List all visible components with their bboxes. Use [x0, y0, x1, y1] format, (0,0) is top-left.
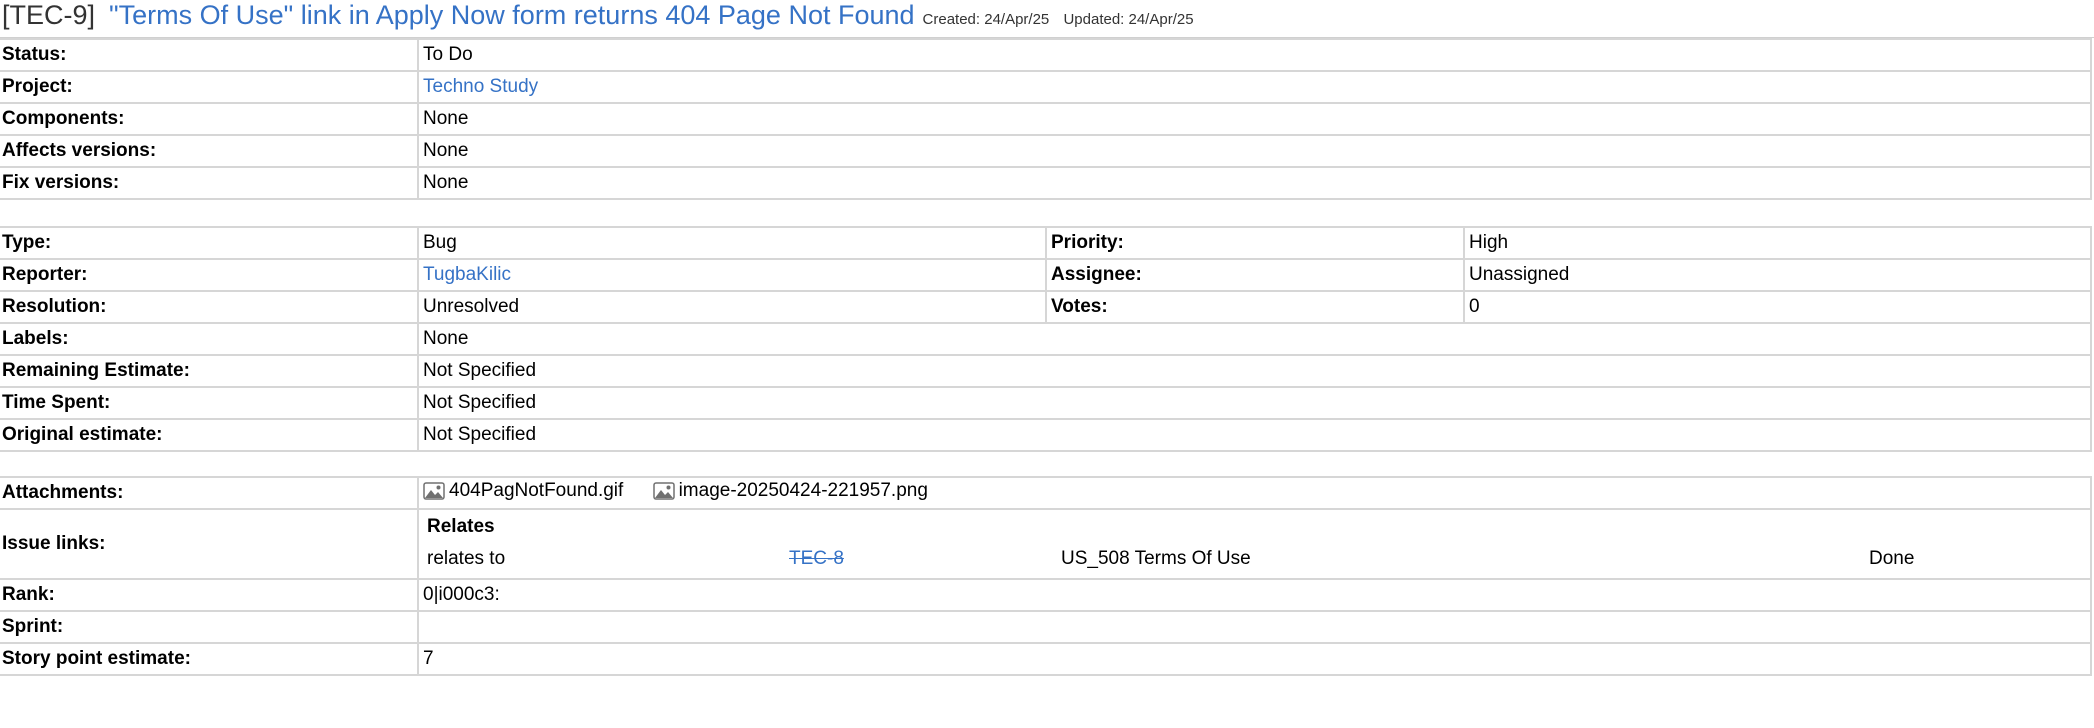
- image-icon: [652, 482, 675, 500]
- issue-key: [TEC-9]: [2, 0, 96, 30]
- story-points-label: Story point estimate:: [0, 642, 418, 676]
- field-row-resolution: Resolution: Unresolved Votes: 0: [0, 290, 2092, 324]
- issue-dates: Created: 24/Apr/25 Updated: 24/Apr/25: [923, 11, 1204, 31]
- assignee-value: Unassigned: [1463, 258, 2092, 292]
- status-label: Status:: [0, 38, 418, 72]
- field-row-affects-versions: Affects versions: None: [0, 134, 2092, 168]
- issue-links-cell: Relates relates to TEC-8 US_508 Terms Of…: [417, 508, 2092, 580]
- remaining-estimate-label: Remaining Estimate:: [0, 354, 418, 388]
- project-cell: Techno Study: [417, 70, 2092, 104]
- link-group-title: Relates: [427, 516, 495, 537]
- field-row-original-estimate: Original estimate: Not Specified: [0, 418, 2092, 452]
- reporter-link[interactable]: TugbaKilic: [423, 264, 511, 285]
- issue-links-label: Issue links:: [0, 508, 418, 580]
- sprint-value: [417, 610, 2092, 644]
- project-link[interactable]: Techno Study: [423, 76, 538, 97]
- story-points-value: 7: [417, 642, 2092, 676]
- affects-versions-label: Affects versions:: [0, 134, 418, 168]
- remaining-estimate-value: Not Specified: [417, 354, 2092, 388]
- priority-value: High: [1463, 226, 2092, 260]
- priority-label: Priority:: [1045, 226, 1464, 260]
- field-row-remaining-estimate: Remaining Estimate: Not Specified: [0, 354, 2092, 388]
- details-table-general: Status: To Do Project: Techno Study Comp…: [0, 38, 2092, 200]
- updated-date: Updated: 24/Apr/25: [1063, 11, 1194, 28]
- field-row-project: Project: Techno Study: [0, 70, 2092, 104]
- field-row-labels: Labels: None: [0, 322, 2092, 356]
- components-value: None: [417, 102, 2092, 136]
- field-row-reporter: Reporter: TugbaKilic Assignee: Unassigne…: [0, 258, 2092, 292]
- attachment-item[interactable]: image-20250424-221957.png: [652, 480, 928, 502]
- field-row-components: Components: None: [0, 102, 2092, 136]
- field-row-type: Type: Bug Priority: High: [0, 226, 2092, 260]
- issue-header: [TEC-9] "Terms Of Use" link in Apply Now…: [0, 0, 2094, 38]
- original-estimate-label: Original estimate:: [0, 418, 418, 452]
- reporter-label: Reporter:: [0, 258, 418, 292]
- assignee-label: Assignee:: [1045, 258, 1464, 292]
- resolution-label: Resolution:: [0, 290, 418, 324]
- status-value: To Do: [417, 38, 2092, 72]
- attachment-name: image-20250424-221957.png: [678, 480, 928, 501]
- fix-versions-label: Fix versions:: [0, 166, 418, 200]
- field-row-rank: Rank: 0|i000c3:: [0, 578, 2092, 612]
- sprint-label: Sprint:: [0, 610, 418, 644]
- link-key-cell: TEC-8: [785, 540, 1057, 574]
- field-row-fix-versions: Fix versions: None: [0, 166, 2092, 200]
- fix-versions-value: None: [417, 166, 2092, 200]
- issue-links-table: relates to TEC-8 US_508 Terms Of Use Don…: [423, 540, 2089, 574]
- time-spent-value: Not Specified: [417, 386, 2092, 420]
- components-label: Components:: [0, 102, 418, 136]
- labels-value: None: [417, 322, 2092, 356]
- field-row-sprint: Sprint:: [0, 610, 2092, 644]
- type-label: Type:: [0, 226, 418, 260]
- issue-link-row: relates to TEC-8 US_508 Terms Of Use Don…: [423, 540, 2089, 574]
- created-date: Created: 24/Apr/25: [922, 11, 1050, 28]
- attachment-name: 404PagNotFound.gif: [449, 480, 624, 501]
- project-label: Project:: [0, 70, 418, 104]
- link-summary: US_508 Terms Of Use: [1061, 548, 1251, 569]
- image-icon: [423, 482, 445, 500]
- labels-label: Labels:: [0, 322, 418, 356]
- rank-label: Rank:: [0, 578, 418, 612]
- time-spent-label: Time Spent:: [0, 386, 418, 420]
- votes-value: 0: [1463, 290, 2092, 324]
- attachments-label: Attachments:: [0, 476, 418, 510]
- link-status: Done: [1869, 548, 1915, 569]
- rank-value: 0|i000c3:: [417, 578, 2092, 612]
- field-row-issue-links: Issue links: Relates relates to TEC-8 US…: [0, 508, 2092, 580]
- details-table-people: Type: Bug Priority: High Reporter: Tugba…: [0, 226, 2092, 452]
- link-relation: relates to: [427, 548, 506, 569]
- resolution-value: Unresolved: [417, 290, 1046, 324]
- reporter-cell: TugbaKilic: [417, 258, 1046, 292]
- details-table-extra: Attachments: 404PagNotFound.gif image-20…: [0, 476, 2092, 676]
- issue-title-link[interactable]: "Terms Of Use" link in Apply Now form re…: [109, 0, 915, 31]
- affects-versions-value: None: [417, 134, 2092, 168]
- field-row-status: Status: To Do: [0, 38, 2092, 72]
- type-value: Bug: [417, 226, 1046, 260]
- field-row-time-spent: Time Spent: Not Specified: [0, 386, 2092, 420]
- field-row-story-points: Story point estimate: 7: [0, 642, 2092, 676]
- votes-label: Votes:: [1045, 290, 1464, 324]
- original-estimate-value: Not Specified: [417, 418, 2092, 452]
- attachment-item[interactable]: 404PagNotFound.gif: [423, 480, 623, 502]
- attachments-cell: 404PagNotFound.gif image-20250424-221957…: [417, 476, 2092, 510]
- field-row-attachments: Attachments: 404PagNotFound.gif image-20…: [0, 476, 2092, 510]
- linked-issue-key[interactable]: TEC-8: [789, 548, 844, 569]
